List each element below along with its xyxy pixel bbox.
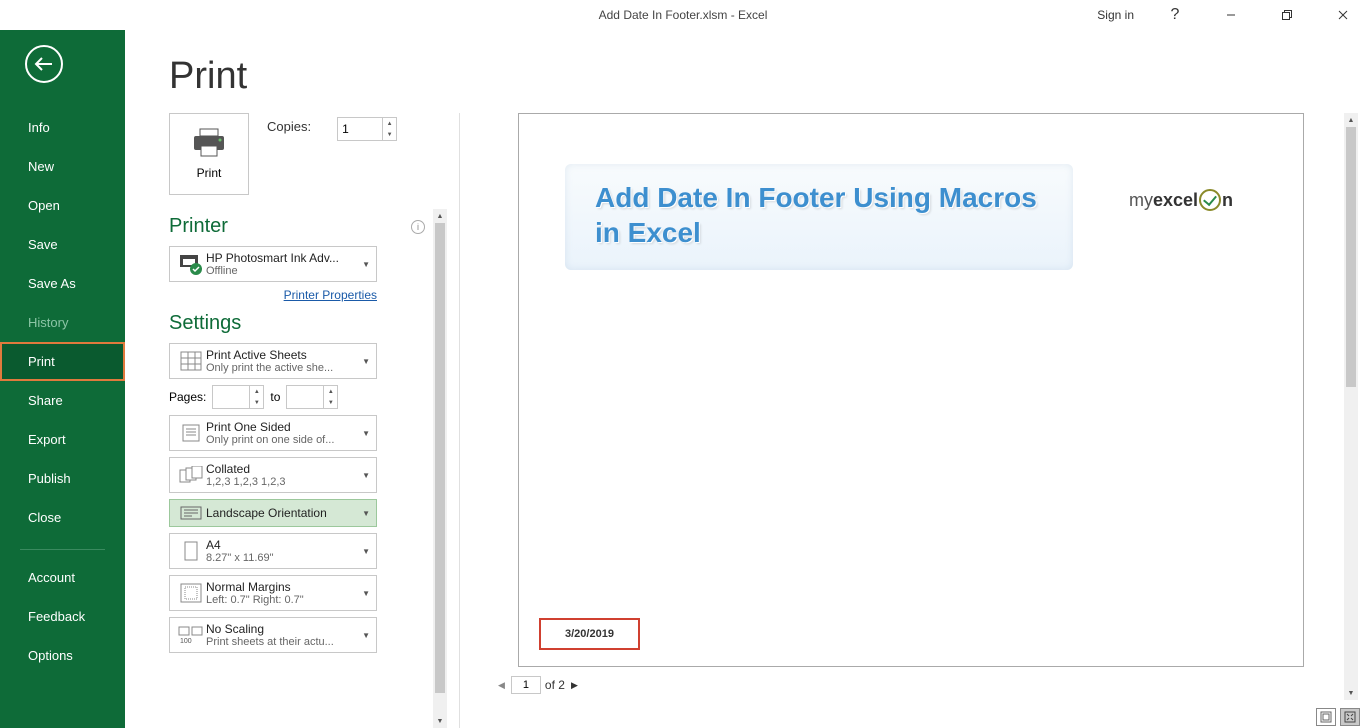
back-button[interactable] (25, 45, 63, 83)
page-count: of 2 (545, 678, 565, 692)
copies-up-icon[interactable]: ▲ (383, 118, 396, 129)
chevron-down-icon: ▼ (358, 471, 370, 480)
sheets-icon (176, 351, 206, 371)
print-preview-page: Add Date In Footer Using Macros in Excel… (518, 113, 1304, 667)
settings-scrollbar[interactable]: ▲▼ (433, 209, 447, 728)
printer-properties-link[interactable]: Printer Properties (169, 288, 377, 302)
sidebar-item-account[interactable]: Account (0, 558, 125, 597)
scaling-icon: 100 (176, 626, 206, 644)
help-button[interactable]: ? (1152, 0, 1198, 30)
sidebar-item-publish[interactable]: Publish (0, 459, 125, 498)
printer-name: HP Photosmart Ink Adv... (206, 251, 358, 265)
chevron-down-icon: ▼ (358, 429, 370, 438)
paper-icon (176, 541, 206, 561)
paper-size-select[interactable]: A48.27" x 11.69" ▼ (169, 533, 377, 569)
sidebar-item-history[interactable]: History (0, 303, 125, 342)
copies-input[interactable] (338, 118, 382, 140)
sidebar-item-options[interactable]: Options (0, 636, 125, 675)
copies-label: Copies: (267, 113, 311, 134)
printer-status: Offline (206, 265, 358, 277)
chevron-down-icon: ▼ (358, 589, 370, 598)
printer-info-icon[interactable]: i (411, 220, 425, 234)
back-arrow-icon (34, 57, 54, 71)
pages-from-spinner[interactable]: ▲▼ (212, 385, 264, 409)
printer-status-icon (176, 253, 206, 275)
zoom-to-page-button[interactable] (1340, 708, 1360, 726)
chevron-down-icon: ▼ (358, 509, 370, 518)
sidebar-item-save-as[interactable]: Save As (0, 264, 125, 303)
title-bar: Add Date In Footer.xlsm - Excel Sign in … (0, 0, 1366, 30)
one-sided-icon (176, 423, 206, 443)
print-button-label: Print (197, 166, 222, 180)
sidebar-item-share[interactable]: Share (0, 381, 125, 420)
pages-to-label: to (270, 390, 280, 404)
margins-select[interactable]: Normal MarginsLeft: 0.7" Right: 0.7" ▼ (169, 575, 377, 611)
chevron-down-icon: ▼ (358, 631, 370, 640)
logo: myexceln (1129, 189, 1233, 211)
settings-heading: Settings (169, 312, 241, 335)
pages-label: Pages: (169, 390, 206, 404)
pages-to-spinner[interactable]: ▲▼ (286, 385, 338, 409)
collated-icon (176, 466, 206, 484)
printer-icon (191, 128, 227, 158)
landscape-icon (176, 504, 206, 522)
sidebar-item-new[interactable]: New (0, 147, 125, 186)
print-button[interactable]: Print (169, 113, 249, 195)
window-title: Add Date In Footer.xlsm - Excel (599, 8, 768, 22)
sign-in-link[interactable]: Sign in (1089, 8, 1142, 22)
printer-heading: Printer (169, 215, 228, 238)
chevron-down-icon: ▼ (358, 357, 370, 366)
chevron-down-icon: ▼ (358, 260, 370, 269)
backstage-sidebar: Info New Open Save Save As History Print… (0, 30, 125, 728)
show-margins-button[interactable] (1316, 708, 1336, 726)
svg-text:100: 100 (180, 638, 192, 644)
sidebar-item-open[interactable]: Open (0, 186, 125, 225)
copies-down-icon[interactable]: ▼ (383, 129, 396, 140)
sidebar-item-feedback[interactable]: Feedback (0, 597, 125, 636)
printer-select[interactable]: HP Photosmart Ink Adv... Offline ▼ (169, 246, 377, 282)
sidebar-item-info[interactable]: Info (0, 108, 125, 147)
sidebar-item-close[interactable]: Close (0, 498, 125, 537)
vertical-divider (459, 113, 460, 728)
current-page-input[interactable] (511, 676, 541, 694)
page-navigation: ◀ of 2 ▶ (478, 673, 1344, 697)
restore-button[interactable] (1264, 0, 1310, 30)
pages-from-input[interactable] (213, 386, 249, 408)
sidebar-item-save[interactable]: Save (0, 225, 125, 264)
sidebar-item-print[interactable]: Print (0, 342, 125, 381)
print-what-select[interactable]: Print Active SheetsOnly print the active… (169, 343, 377, 379)
collate-select[interactable]: Collated1,2,3 1,2,3 1,2,3 ▼ (169, 457, 377, 493)
orientation-select[interactable]: Landscape Orientation ▼ (169, 499, 377, 527)
close-button[interactable] (1320, 0, 1366, 30)
preview-scrollbar[interactable]: ▲▼ (1344, 113, 1358, 700)
scaling-select[interactable]: 100 No ScalingPrint sheets at their actu… (169, 617, 377, 653)
margins-icon (176, 583, 206, 603)
document-title: Add Date In Footer Using Macros in Excel (595, 180, 1043, 250)
pages-to-input[interactable] (287, 386, 323, 408)
copies-spinner[interactable]: ▲▼ (337, 117, 397, 141)
chevron-down-icon: ▼ (358, 547, 370, 556)
prev-page-button[interactable]: ◀ (492, 680, 511, 691)
minimize-button[interactable] (1208, 0, 1254, 30)
sides-select[interactable]: Print One SidedOnly print on one side of… (169, 415, 377, 451)
document-title-box: Add Date In Footer Using Macros in Excel (565, 164, 1073, 270)
sidebar-item-export[interactable]: Export (0, 420, 125, 459)
page-title: Print (125, 30, 1366, 113)
sidebar-divider (20, 549, 105, 550)
logo-ring-icon (1199, 189, 1221, 211)
next-page-button[interactable]: ▶ (565, 680, 584, 691)
footer-date: 3/20/2019 (539, 618, 640, 650)
